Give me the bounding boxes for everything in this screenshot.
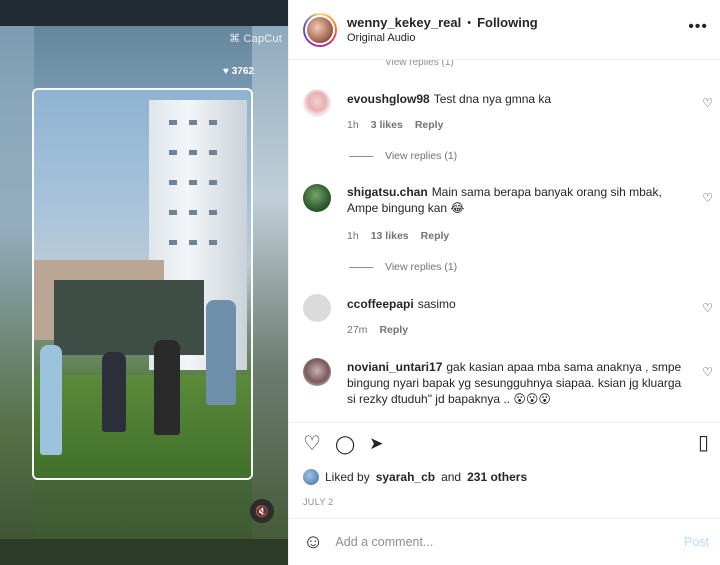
reply-button[interactable]: Reply xyxy=(415,119,444,131)
view-replies[interactable]: View replies (1) xyxy=(349,261,457,273)
view-replies-label[interactable]: View replies (1) xyxy=(385,261,457,273)
comment-time: 27m xyxy=(347,324,368,336)
heart-icon: ♥ xyxy=(222,66,229,77)
divider-line xyxy=(349,266,373,268)
comment-heart-icon[interactable]: ♡ xyxy=(702,365,713,379)
liked-by-user[interactable]: syarah_cb xyxy=(376,470,435,484)
comment-input[interactable] xyxy=(335,535,656,549)
video-letterbox-bottom xyxy=(0,539,288,565)
post-actions: ♡ ◯ ➤ ▯ Liked by syarah_cb and 231 other… xyxy=(289,422,720,518)
video-blur-left xyxy=(0,0,34,565)
author-username[interactable]: wenny_kekey_real xyxy=(347,15,461,30)
post-date[interactable]: JULY 2 xyxy=(303,497,333,507)
reply-button[interactable]: Reply xyxy=(379,324,408,336)
instagram-post-view: ⌘ CapCut ♥ 3762 🔇 wenny_kekey_real • Fol… xyxy=(0,0,720,565)
capcut-watermark: ⌘ CapCut xyxy=(229,32,282,45)
following-button[interactable]: Following xyxy=(477,15,538,30)
comment-time: 1h xyxy=(347,119,359,131)
video-like-count-text: 3762 xyxy=(231,66,254,77)
liker-avatar[interactable] xyxy=(303,469,319,485)
video-like-count: ♥ 3762 xyxy=(223,66,254,77)
comment-username[interactable]: noviani_untari17 xyxy=(347,360,442,374)
commenter-avatar[interactable] xyxy=(303,184,331,212)
comment-username[interactable]: ccoffeepapi xyxy=(347,297,414,311)
post-header: wenny_kekey_real • Following Original Au… xyxy=(289,0,720,60)
comment-item: evoushglow98 Test dna nya gmna ka 1h 3 li… xyxy=(303,89,713,169)
original-audio-link[interactable]: Original Audio xyxy=(347,32,538,44)
post-comment-button[interactable]: Post xyxy=(684,535,709,549)
comment-likes[interactable]: 13 likes xyxy=(371,230,409,242)
divider-line xyxy=(349,155,373,157)
capcut-logo-icon: ⌘ xyxy=(229,33,241,45)
commenter-avatar[interactable] xyxy=(303,358,331,386)
liked-by-and: and xyxy=(441,470,462,484)
person-figure xyxy=(154,340,180,435)
more-options-icon[interactable]: ••• xyxy=(688,19,708,35)
video-blur-right xyxy=(252,0,288,565)
liked-by-prefix: Liked by xyxy=(325,470,370,484)
comment-item: noviani_untari17 gak kasian apaa mba sama… xyxy=(303,358,713,422)
post-video[interactable]: ⌘ CapCut ♥ 3762 🔇 xyxy=(0,0,288,565)
comment-text: Test dna nya gmna ka xyxy=(433,92,552,106)
comment-item: ccoffeepapi sasimo 27m Reply ♡ xyxy=(303,294,713,344)
reply-button[interactable]: Reply xyxy=(421,230,450,242)
video-frame xyxy=(32,88,253,480)
comment-heart-icon[interactable]: ♡ xyxy=(702,191,713,205)
comment-heart-icon[interactable]: ♡ xyxy=(702,301,713,315)
post-side-panel: wenny_kekey_real • Following Original Au… xyxy=(288,0,720,565)
comment-likes[interactable]: 3 likes xyxy=(371,119,403,131)
comment-heart-icon[interactable]: ♡ xyxy=(702,96,713,110)
capcut-watermark-text: CapCut xyxy=(243,33,282,45)
person-figure xyxy=(102,352,126,432)
bookmark-icon[interactable]: ▯ xyxy=(698,432,709,454)
commenter-avatar[interactable] xyxy=(303,89,331,117)
view-replies-cutoff[interactable]: View replies (1) xyxy=(385,60,454,68)
like-heart-icon[interactable]: ♡ xyxy=(303,433,321,455)
emoji-picker-icon[interactable]: ☺ xyxy=(303,531,323,554)
comments-list[interactable]: View replies (1) evoushglow98 Test dna ny… xyxy=(289,60,720,422)
comment-bubble-icon[interactable]: ◯ xyxy=(335,433,355,455)
comment-username[interactable]: shigatsu.chan xyxy=(347,185,428,199)
comment-username[interactable]: evoushglow98 xyxy=(347,92,430,106)
comment-item: shigatsu.chan Main sama berapa banyak ora… xyxy=(303,184,713,280)
author-info: wenny_kekey_real • Following Original Au… xyxy=(347,15,538,44)
comment-time: 1h xyxy=(347,230,359,242)
liked-by-summary: Liked by syarah_cb and 231 others xyxy=(303,469,527,485)
separator-dot: • xyxy=(467,16,472,29)
share-paper-plane-icon[interactable]: ➤ xyxy=(369,433,383,455)
author-avatar[interactable] xyxy=(303,12,337,47)
liked-by-others[interactable]: 231 others xyxy=(467,470,527,484)
view-replies[interactable]: View replies (1) xyxy=(349,150,457,162)
person-figure xyxy=(206,300,236,405)
commenter-avatar[interactable] xyxy=(303,294,331,322)
view-replies-label[interactable]: View replies (1) xyxy=(385,150,457,162)
comment-text: sasimo xyxy=(417,297,456,311)
add-comment-bar: ☺ Post xyxy=(289,518,720,565)
speaker-muted-icon[interactable]: 🔇 xyxy=(250,499,274,523)
pergola xyxy=(54,280,204,355)
video-letterbox-top xyxy=(0,0,288,26)
person-figure xyxy=(40,345,62,455)
